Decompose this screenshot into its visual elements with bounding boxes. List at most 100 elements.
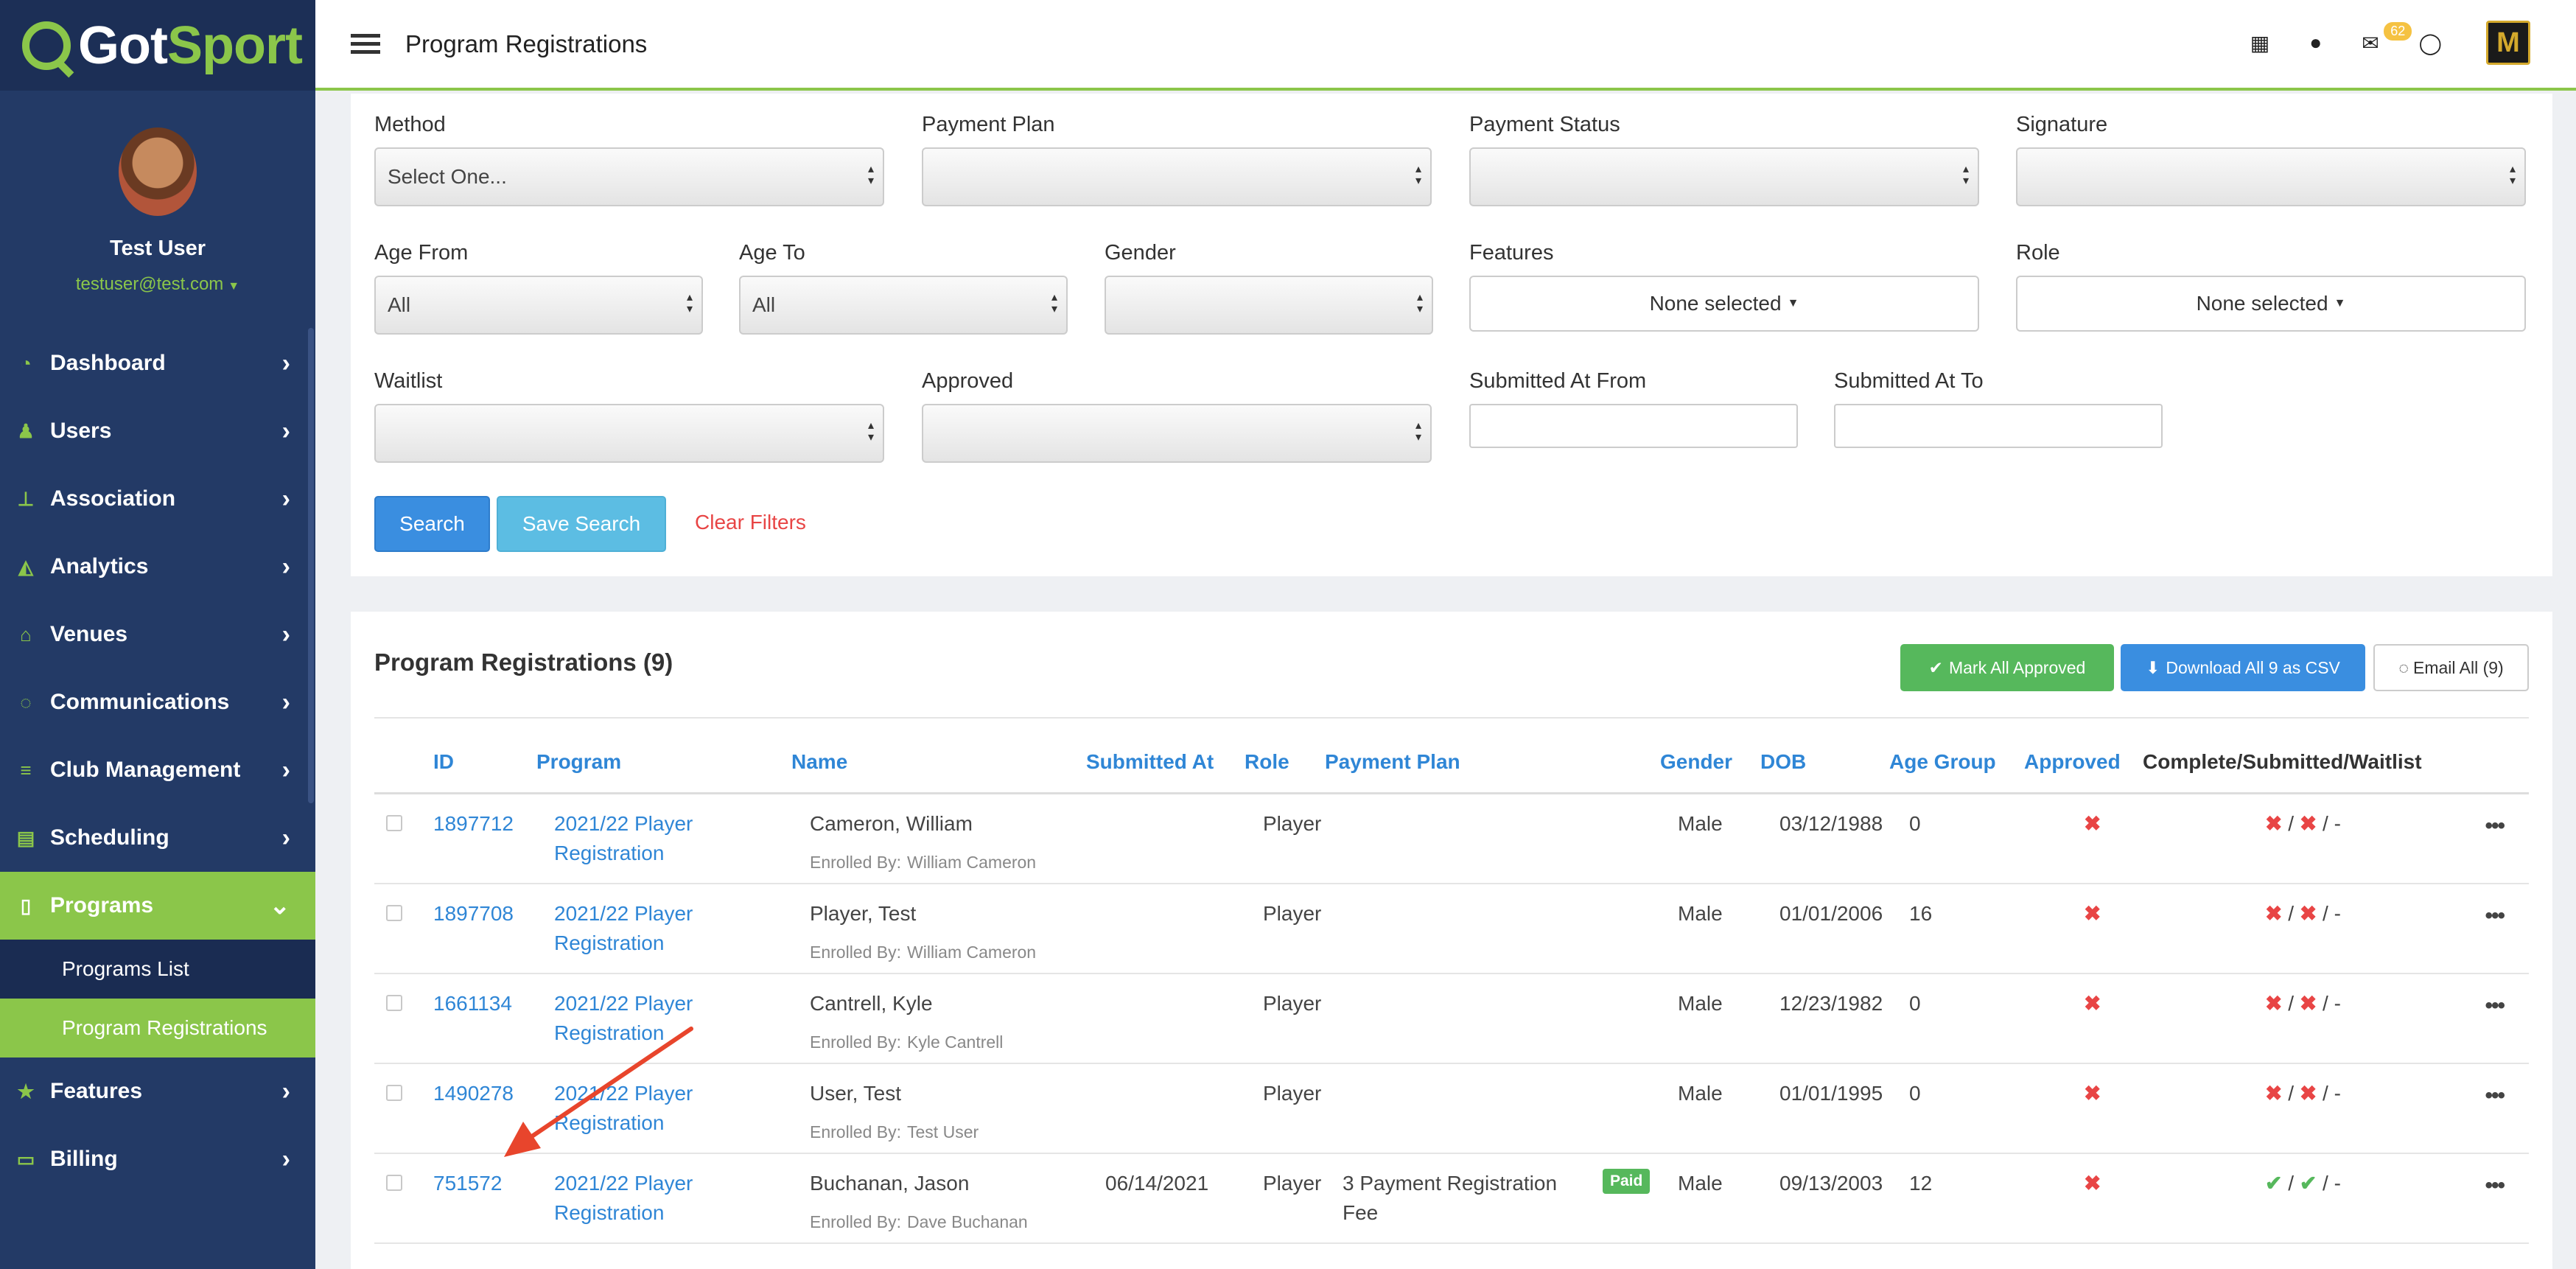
- enrolled-by-name: William Cameron: [907, 943, 1037, 962]
- program-link[interactable]: 2021/22 Player: [554, 1079, 693, 1108]
- chevron-right-icon: ›: [281, 823, 290, 852]
- email-all-button[interactable]: ◌ Email All (9): [2373, 644, 2529, 691]
- method-select[interactable]: Select One...: [374, 147, 884, 206]
- registration-id-link[interactable]: 1661134: [433, 989, 512, 1018]
- caret-down-icon: ▼: [1787, 297, 1799, 310]
- completion-status: ✖ / ✖ / -: [2265, 899, 2341, 929]
- sidebar-item-scheduling[interactable]: ▤ Scheduling ›: [0, 804, 315, 872]
- home-icon: ⌂: [20, 623, 32, 646]
- user-email-dropdown[interactable]: testuser@test.com ▼: [0, 274, 315, 295]
- col-header-approved[interactable]: Approved: [2024, 750, 2121, 774]
- qr-code-icon[interactable]: ▦: [2250, 31, 2269, 55]
- program-link-line2[interactable]: Registration: [554, 1198, 664, 1228]
- row-checkbox[interactable]: [386, 995, 402, 1011]
- role-value: Player: [1263, 1172, 1322, 1195]
- sidebar-item-label: Club Management: [50, 758, 241, 782]
- enrolled-by: Enrolled By: Test User: [810, 1117, 979, 1147]
- user-icon[interactable]: ●: [2309, 31, 2322, 55]
- waitlist-select[interactable]: [374, 404, 884, 463]
- col-header-gender[interactable]: Gender: [1660, 750, 1732, 774]
- row-actions-menu-icon[interactable]: •••: [2485, 1083, 2505, 1108]
- role-multiselect[interactable]: None selected ▼: [2016, 276, 2526, 332]
- col-header-program[interactable]: Program: [536, 750, 621, 774]
- sidebar-subitem-program-registrations[interactable]: Program Registrations: [0, 999, 315, 1058]
- avatar[interactable]: [119, 127, 197, 216]
- row-actions-menu-icon[interactable]: •••: [2485, 903, 2505, 929]
- registration-id-link[interactable]: 1490278: [433, 1079, 514, 1108]
- program-link[interactable]: 2021/22 Player: [554, 809, 693, 839]
- row-checkbox[interactable]: [386, 1085, 402, 1101]
- sidebar-item-features[interactable]: ★ Features ›: [0, 1058, 315, 1125]
- sidebar-item-dashboard[interactable]: ◔ Dashboard ›: [0, 329, 315, 397]
- row-checkbox[interactable]: [386, 905, 402, 921]
- chevron-right-icon: ›: [281, 484, 290, 513]
- age-group-value: 0: [1909, 992, 1921, 1015]
- sidebar-scrollbar[interactable]: [308, 328, 314, 803]
- row-actions-menu-icon[interactable]: •••: [2485, 1173, 2505, 1198]
- program-link[interactable]: 2021/22 Player: [554, 1169, 693, 1198]
- sidebar-item-venues[interactable]: ⌂ Venues ›: [0, 601, 315, 668]
- col-header-submitted-at[interactable]: Submitted At: [1086, 750, 1214, 774]
- col-header-payment-plan[interactable]: Payment Plan: [1325, 750, 1460, 774]
- program-link-line2[interactable]: Registration: [554, 1108, 664, 1138]
- row-actions-menu-icon[interactable]: •••: [2485, 814, 2505, 839]
- payment-status-label: Payment Status: [1469, 113, 1620, 136]
- program-link-line2[interactable]: Registration: [554, 929, 664, 958]
- chat-bubble-icon[interactable]: ◯: [2419, 31, 2442, 55]
- program-link-line2[interactable]: Registration: [554, 839, 664, 868]
- payment-status-select[interactable]: [1469, 147, 1979, 206]
- envelope-icon[interactable]: ✉ 62: [2362, 21, 2412, 55]
- program-link[interactable]: 2021/22 Player: [554, 989, 693, 1018]
- age-from-select[interactable]: All: [374, 276, 703, 335]
- dob-value: 12/23/1982: [1779, 992, 1883, 1015]
- payment-plan-select[interactable]: [922, 147, 1432, 206]
- sidebar-item-programs[interactable]: ▯ Programs ⌄: [0, 872, 315, 940]
- program-link-line2[interactable]: Registration: [554, 1018, 664, 1048]
- program-link[interactable]: 2021/22 Player: [554, 899, 693, 929]
- download-csv-button[interactable]: ⬇ Download All 9 as CSV: [2121, 644, 2365, 691]
- x-icon: ✖: [2299, 992, 2317, 1015]
- registration-id-link[interactable]: 1897708: [433, 899, 514, 929]
- approved-label: Approved: [922, 369, 1014, 393]
- col-header-id[interactable]: ID: [433, 750, 454, 774]
- features-multiselect[interactable]: None selected ▼: [1469, 276, 1979, 332]
- org-logo[interactable]: M: [2486, 21, 2530, 65]
- sidebar-item-club-management[interactable]: ≡ Club Management ›: [0, 736, 315, 804]
- x-icon: ✖: [2299, 812, 2317, 835]
- gender-select[interactable]: [1105, 276, 1433, 335]
- chevron-right-icon: ›: [281, 620, 290, 649]
- approved-select[interactable]: [922, 404, 1432, 463]
- submitted-from-input[interactable]: [1469, 404, 1798, 448]
- top-bar: Program Registrations ▦ ● ✉ 62 ◯ M: [315, 0, 2576, 91]
- submitted-to-input[interactable]: [1834, 404, 2163, 448]
- status-dash: -: [2334, 992, 2341, 1015]
- chevron-right-icon: ›: [281, 755, 290, 784]
- sidebar-subitem-programs-list[interactable]: Programs List: [0, 940, 315, 999]
- sidebar-item-analytics[interactable]: ◭ Analytics ›: [0, 533, 315, 601]
- hamburger-menu-icon[interactable]: [351, 29, 380, 58]
- row-checkbox[interactable]: [386, 815, 402, 831]
- save-search-button[interactable]: Save Search: [497, 496, 666, 552]
- sidebar-item-association[interactable]: ⊥ Association ›: [0, 465, 315, 533]
- search-button[interactable]: Search: [374, 496, 490, 552]
- signature-select[interactable]: [2016, 147, 2526, 206]
- registration-id-link[interactable]: 1897712: [433, 809, 514, 839]
- registration-id-link[interactable]: 751572: [433, 1169, 502, 1198]
- completion-status: ✖ / ✖ / -: [2265, 1079, 2341, 1108]
- enrolled-by-name: William Cameron: [907, 853, 1037, 872]
- col-header-dob[interactable]: DOB: [1760, 750, 1806, 774]
- age-to-select[interactable]: All: [739, 276, 1068, 335]
- registrant-name: User, Test: [810, 1082, 901, 1105]
- brand-logo[interactable]: GotSport: [0, 0, 315, 91]
- col-header-age-group[interactable]: Age Group: [1889, 750, 1996, 774]
- col-header-role[interactable]: Role: [1245, 750, 1289, 774]
- sidebar-item-billing[interactable]: ▭ Billing ›: [0, 1125, 315, 1193]
- enrolled-by-prefix: Enrolled By:: [810, 1122, 902, 1142]
- row-actions-menu-icon[interactable]: •••: [2485, 993, 2505, 1018]
- clear-filters-link[interactable]: Clear Filters: [695, 511, 806, 534]
- sidebar-item-users[interactable]: ♟ Users ›: [0, 397, 315, 465]
- row-checkbox[interactable]: [386, 1175, 402, 1191]
- mark-all-approved-button[interactable]: ✔ Mark All Approved: [1900, 644, 2114, 691]
- col-header-name[interactable]: Name: [791, 750, 847, 774]
- sidebar-item-communications[interactable]: ◌ Communications ›: [0, 668, 315, 736]
